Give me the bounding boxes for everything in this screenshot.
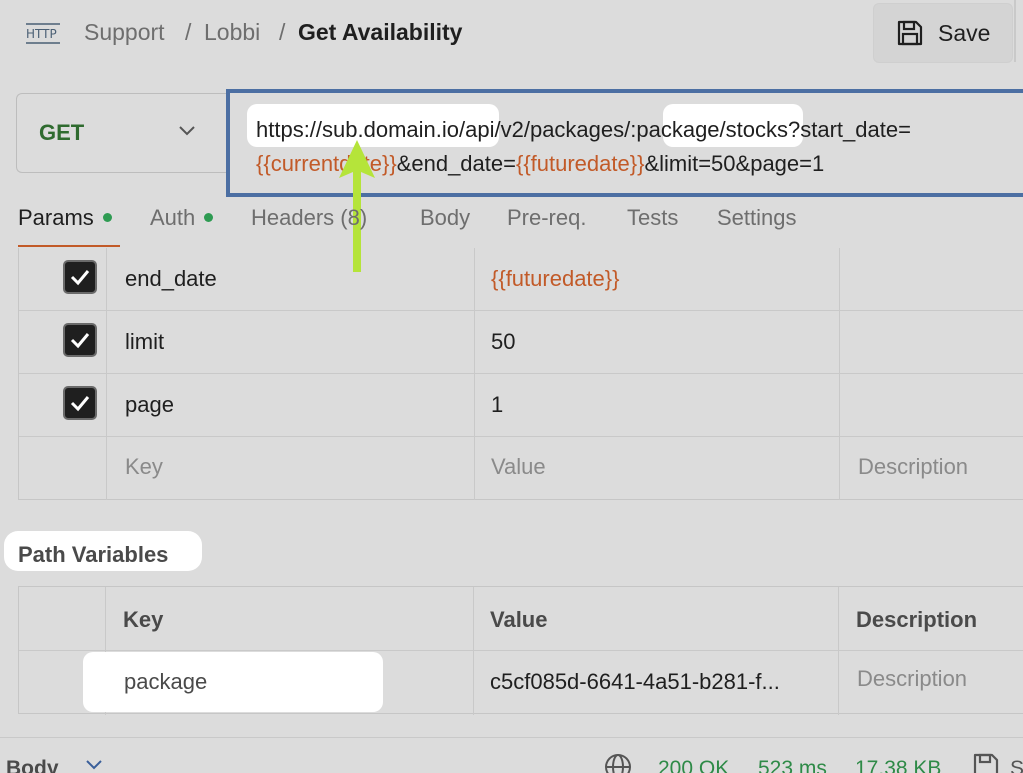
response-size[interactable]: 17.38 KB — [855, 757, 941, 773]
new-param-key-input[interactable]: Key — [125, 454, 163, 480]
param-value[interactable]: 50 — [491, 329, 515, 355]
chevron-down-icon — [179, 126, 195, 136]
new-param-description-input[interactable]: Description — [858, 454, 968, 480]
param-checkbox[interactable] — [63, 386, 97, 420]
request-editor: HTTP Support / Lobbi / Get Availability … — [0, 0, 1023, 773]
param-key[interactable]: end_date — [125, 266, 217, 292]
column-header-description: Description — [856, 607, 978, 632]
tab-body[interactable]: Body — [420, 205, 470, 231]
table-row: end_date {{futuredate}} — [19, 248, 1023, 311]
save-response-icon[interactable] — [972, 752, 1000, 773]
save-button[interactable]: Save — [873, 3, 1013, 63]
path-variable-value[interactable]: c5cf085d-6641-4a51-b281-f... — [490, 669, 780, 695]
path-variables-title: Path Variables — [18, 542, 169, 567]
params-indicator-dot — [102, 212, 112, 222]
response-body-dropdown[interactable]: Body — [6, 757, 59, 773]
column-header-value: Value — [490, 607, 548, 632]
table-row: limit 50 — [19, 311, 1023, 374]
tab-settings[interactable]: Settings — [717, 205, 797, 231]
method-select[interactable]: GET — [16, 93, 230, 173]
param-value[interactable]: {{futuredate}} — [491, 266, 619, 292]
globe-icon[interactable] — [603, 752, 633, 773]
breadcrumb-support[interactable]: Support — [84, 19, 165, 46]
response-status[interactable]: 200 OK — [658, 757, 729, 773]
request-title[interactable]: Get Availability — [298, 19, 462, 46]
tab-auth[interactable]: Auth — [150, 205, 214, 231]
auth-indicator-dot — [204, 212, 214, 222]
checkmark-icon — [70, 396, 90, 412]
tab-headers[interactable]: Headers (8) — [251, 205, 367, 231]
path-variable-description[interactable]: Description — [857, 666, 967, 692]
table-row: page 1 — [19, 374, 1023, 437]
response-time[interactable]: 523 ms — [758, 757, 827, 773]
request-header: HTTP Support / Lobbi / Get Availability … — [0, 0, 1023, 68]
table-header: Key Value Description — [19, 587, 1023, 651]
http-icon: HTTP — [26, 23, 60, 44]
breadcrumb-lobbi[interactable]: Lobbi — [204, 19, 260, 46]
checkmark-icon — [70, 270, 90, 286]
param-checkbox[interactable] — [63, 323, 97, 357]
table-row-empty: Key Value Description — [19, 437, 1023, 500]
tab-pre-request[interactable]: Pre-req. — [507, 205, 586, 231]
column-header-key: Key — [123, 607, 164, 632]
save-label: Save — [938, 19, 991, 46]
save-icon — [897, 20, 923, 46]
param-value[interactable]: 1 — [491, 392, 503, 418]
new-param-value-input[interactable]: Value — [491, 454, 546, 480]
param-key[interactable]: page — [125, 392, 174, 418]
header-divider — [1014, 0, 1016, 62]
path-variable-key: package — [124, 669, 208, 694]
breadcrumb-separator: / — [279, 19, 286, 45]
param-checkbox[interactable] — [63, 260, 97, 294]
tab-tests[interactable]: Tests — [627, 205, 678, 231]
tab-params[interactable]: Params — [18, 205, 112, 231]
breadcrumb-separator: / — [185, 19, 192, 45]
query-params-table: end_date {{futuredate}} limit 50 page 1 … — [18, 248, 1023, 500]
save-response-label[interactable]: S — [1010, 757, 1023, 773]
active-tab-indicator — [18, 245, 120, 247]
svg-text:HTTP: HTTP — [26, 27, 57, 41]
response-bar: Body 200 OK 523 ms 17.38 KB S — [0, 737, 1023, 773]
param-key[interactable]: limit — [125, 329, 164, 355]
method-label: GET — [39, 120, 85, 145]
url-var-futuredate: {{futuredate}} — [515, 151, 645, 176]
chevron-down-icon — [86, 760, 102, 770]
checkmark-icon — [70, 333, 90, 349]
